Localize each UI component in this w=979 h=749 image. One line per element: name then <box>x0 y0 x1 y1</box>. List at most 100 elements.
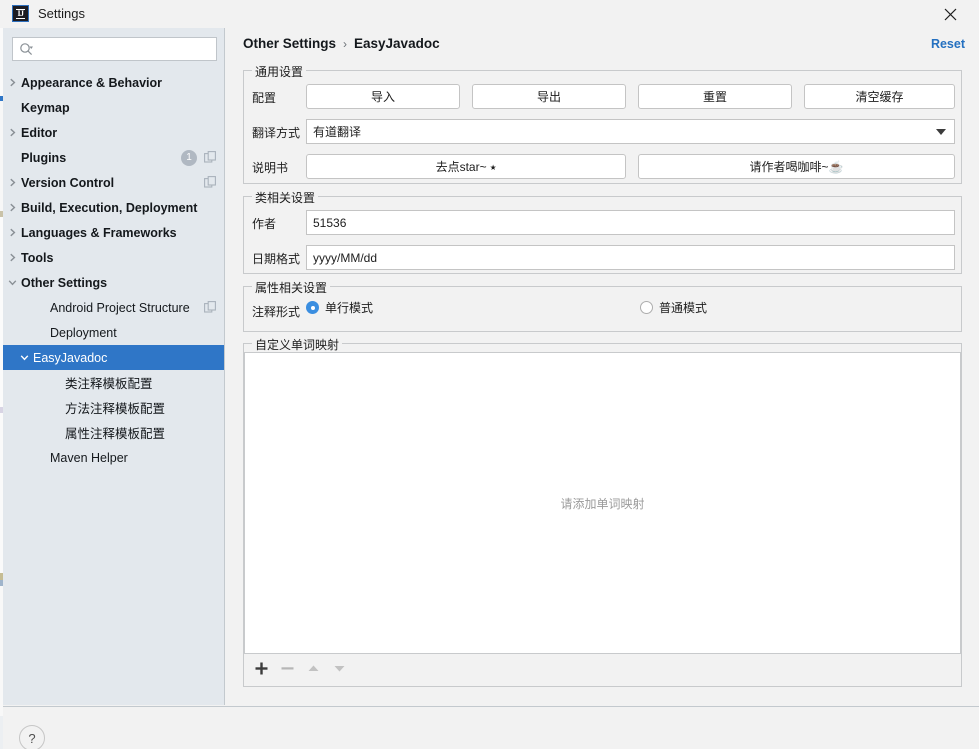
sidebar-item-build-execution-deployment[interactable]: Build, Execution, Deployment <box>3 195 224 220</box>
search-field[interactable] <box>12 37 217 61</box>
chevron-right-icon[interactable] <box>3 77 21 88</box>
arrow-up-icon <box>300 656 326 680</box>
plugin-count-badge: 1 <box>181 149 197 166</box>
sidebar-item-easyjavadoc[interactable]: EasyJavadoc <box>3 345 224 370</box>
word-mapping-list[interactable]: 请添加单词映射 <box>244 352 961 654</box>
intellij-logo-icon: IJ <box>12 5 29 22</box>
comment-form-label: 注释形式 <box>252 305 301 319</box>
author-input[interactable] <box>313 211 954 234</box>
sidebar-item-other-settings[interactable]: Other Settings <box>3 270 224 295</box>
sidebar-item-label: Keymap <box>21 100 70 115</box>
settings-tree: Appearance & Behavior Keymap Editor Plugins… <box>3 70 224 470</box>
radio-single-line-mode[interactable]: 单行模式 <box>306 299 373 316</box>
reset-link[interactable]: Reset <box>931 37 965 51</box>
logo-text: IJ <box>16 8 25 19</box>
property-settings-group: 属性相关设置 注释形式 单行模式 普通模式 <box>243 279 962 332</box>
sidebar-item-label: Build, Execution, Deployment <box>21 200 198 215</box>
class-settings-title: 类相关设置 <box>252 189 319 206</box>
breadcrumb-current: EasyJavadoc <box>354 36 440 51</box>
help-button[interactable]: ? <box>19 725 45 749</box>
sidebar-item-label: Tools <box>21 250 54 265</box>
config-label: 配置 <box>252 91 277 105</box>
word-mapping-title: 自定义单词映射 <box>252 336 343 353</box>
radio-single-line-label: 单行模式 <box>325 301 374 315</box>
chevron-right-icon[interactable] <box>3 127 21 138</box>
manual-label: 说明书 <box>252 161 289 175</box>
word-mapping-empty-text: 请添加单词映射 <box>560 496 645 511</box>
sidebar-item-label: EasyJavadoc <box>33 350 108 365</box>
plus-icon[interactable] <box>248 656 274 680</box>
sidebar-item-label: Editor <box>21 125 58 140</box>
title-bar: IJ Settings <box>0 0 979 28</box>
settings-content-panel: Other Settings › EasyJavadoc Reset 通用设置 … <box>226 28 979 705</box>
sidebar-item-languages-frameworks[interactable]: Languages & Frameworks <box>3 220 224 245</box>
export-button[interactable]: 导出 <box>472 84 626 109</box>
author-label: 作者 <box>252 217 277 231</box>
search-icon <box>19 42 33 56</box>
author-field[interactable] <box>306 210 955 235</box>
clear-cache-button[interactable]: 清空缓存 <box>804 84 955 109</box>
general-settings-title: 通用设置 <box>252 63 307 80</box>
class-settings-group: 类相关设置 作者 日期格式 <box>243 189 962 274</box>
minus-icon <box>274 656 300 680</box>
sidebar-item-label: 类注释模板配置 <box>65 377 153 391</box>
date-format-field[interactable] <box>306 245 955 270</box>
word-mapping-toolbar <box>248 656 352 680</box>
breadcrumb: Other Settings › EasyJavadoc <box>243 36 440 51</box>
sidebar-item-label: Maven Helper <box>50 450 128 465</box>
translate-mode-select[interactable]: 有道翻译 <box>306 119 955 144</box>
sidebar-item-label: Plugins <box>21 150 67 165</box>
sidebar-item-label: Android Project Structure <box>50 300 190 315</box>
translate-mode-value: 有道翻译 <box>313 125 362 139</box>
settings-dialog: IJ Settings Appearance & Behavior Keymap E… <box>0 0 979 749</box>
donate-coffee-button[interactable]: 请作者喝咖啡~☕ <box>638 154 955 179</box>
word-mapping-group: 自定义单词映射 请添加单词映射 <box>243 336 962 687</box>
arrow-down-icon <box>326 656 352 680</box>
settings-sidebar: Appearance & Behavior Keymap Editor Plugins… <box>3 28 225 705</box>
sidebar-item-类注释模板配置[interactable]: 类注释模板配置 <box>3 370 224 395</box>
search-input[interactable] <box>37 39 216 59</box>
sidebar-item-label: Version Control <box>21 175 115 190</box>
sidebar-item-appearance-behavior[interactable]: Appearance & Behavior <box>3 70 224 95</box>
sidebar-item-tools[interactable]: Tools <box>3 245 224 270</box>
sidebar-item-version-control[interactable]: Version Control <box>3 170 224 195</box>
sidebar-item-label: Appearance & Behavior <box>21 75 163 90</box>
copy-settings-icon[interactable] <box>204 301 217 314</box>
chevron-right-icon[interactable] <box>3 252 21 263</box>
window-title: Settings <box>38 6 85 21</box>
import-button[interactable]: 导入 <box>306 84 460 109</box>
sidebar-item-label: Languages & Frameworks <box>21 225 177 240</box>
property-settings-title: 属性相关设置 <box>252 279 331 296</box>
sidebar-item-label: Deployment <box>50 325 117 340</box>
date-format-input[interactable] <box>313 246 954 269</box>
translate-mode-label: 翻译方式 <box>252 126 301 140</box>
chevron-right-icon[interactable] <box>3 177 21 188</box>
chevron-down-icon[interactable] <box>15 352 33 363</box>
copy-settings-icon[interactable] <box>204 151 217 164</box>
chevron-right-icon[interactable] <box>3 227 21 238</box>
chevron-down-icon <box>936 128 946 135</box>
close-icon[interactable] <box>929 0 971 28</box>
copy-settings-icon[interactable] <box>204 176 217 189</box>
sidebar-item-label: Other Settings <box>21 275 108 290</box>
sidebar-item-属性注释模板配置[interactable]: 属性注释模板配置 <box>3 420 224 445</box>
sidebar-item-keymap[interactable]: Keymap <box>3 95 224 120</box>
sidebar-item-editor[interactable]: Editor <box>3 120 224 145</box>
sidebar-item-android-project-structure[interactable]: Android Project Structure <box>3 295 224 320</box>
sidebar-item-deployment[interactable]: Deployment <box>3 320 224 345</box>
sidebar-item-label: 方法注释模板配置 <box>65 402 166 416</box>
sidebar-item-label: 属性注释模板配置 <box>65 427 166 441</box>
radio-indicator-selected <box>306 301 319 314</box>
star-button[interactable]: 去点star~ ⭑ <box>306 154 626 179</box>
date-format-label: 日期格式 <box>252 252 301 266</box>
dialog-bottom-bar: ? <box>3 706 979 749</box>
radio-indicator-unselected <box>640 301 653 314</box>
chevron-down-icon[interactable] <box>3 277 21 288</box>
chevron-right-icon[interactable] <box>3 202 21 213</box>
radio-normal-mode[interactable]: 普通模式 <box>640 299 707 316</box>
breadcrumb-parent[interactable]: Other Settings <box>243 36 336 51</box>
sidebar-item-plugins[interactable]: Plugins 1 <box>3 145 224 170</box>
sidebar-item-方法注释模板配置[interactable]: 方法注释模板配置 <box>3 395 224 420</box>
sidebar-item-maven-helper[interactable]: Maven Helper <box>3 445 224 470</box>
reset-config-button[interactable]: 重置 <box>638 84 792 109</box>
